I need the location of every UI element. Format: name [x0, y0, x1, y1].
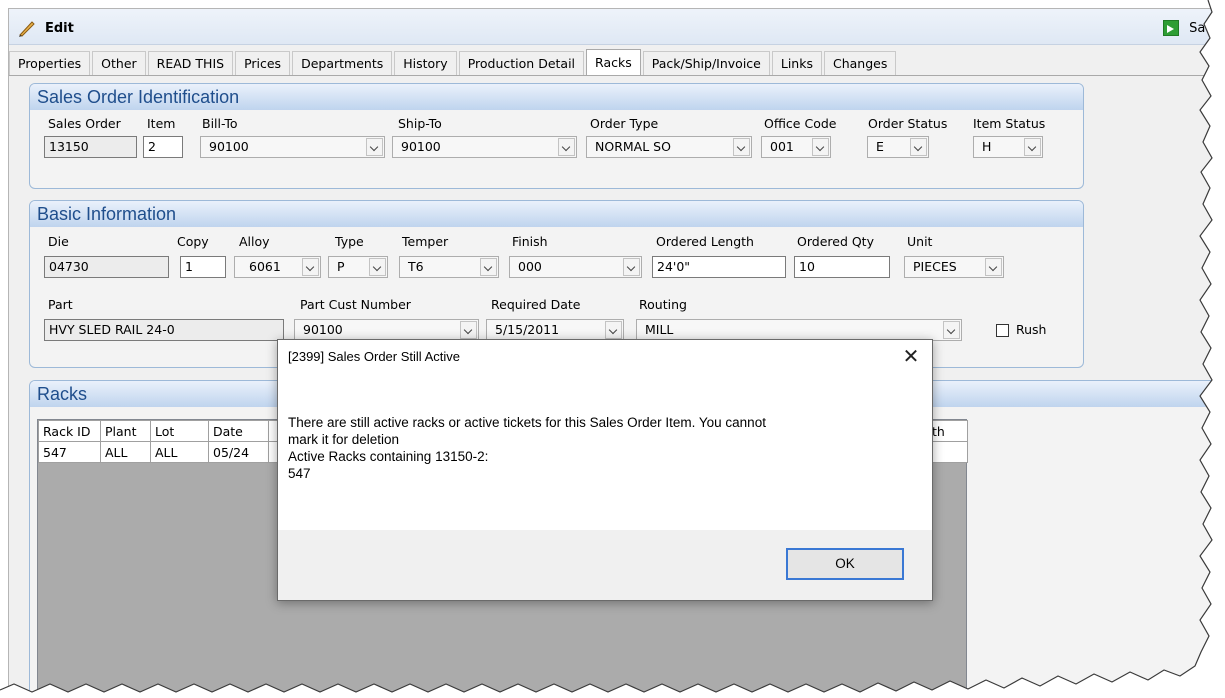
torn-edge-decoration: [0, 0, 1225, 698]
